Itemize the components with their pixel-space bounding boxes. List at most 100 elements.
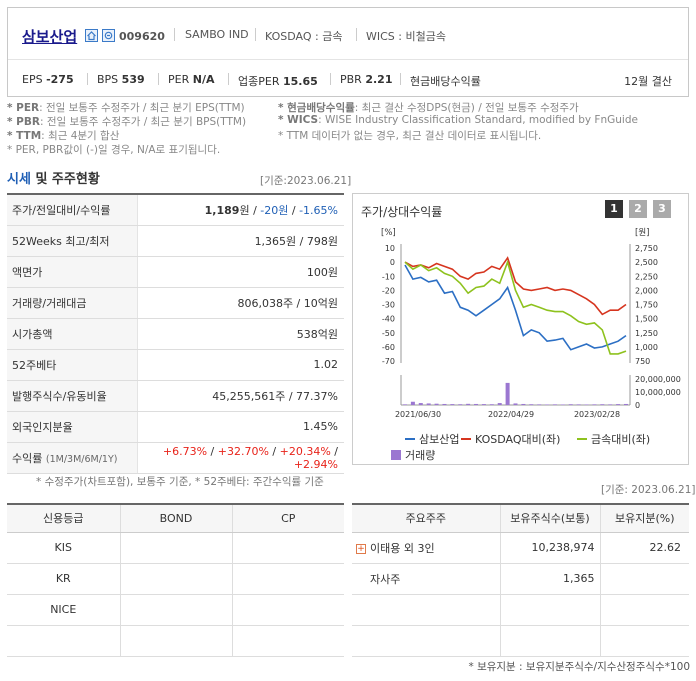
chart-tab-2[interactable]: 2 (629, 200, 647, 218)
divider (158, 73, 159, 85)
right-axis-tick: 2,500 (635, 258, 658, 267)
report-icon[interactable] (102, 29, 115, 42)
holder-name[interactable]: + 이태용 외 3인 (352, 532, 501, 564)
right-axis-tick: 1,500 (635, 315, 658, 324)
bps-stat: BPS 539 (97, 73, 145, 86)
volume-bar (521, 403, 526, 405)
table-row: 주가/전일대비/수익률 1,189원 / -20원 / -1.65% (7, 194, 344, 226)
chart-title: 주가/상대수익률 (361, 205, 443, 219)
row-label: 시가총액 (7, 318, 138, 350)
per-stat: PER N/A (168, 73, 215, 86)
industry-per-stat: 업종PER 15.65 (238, 75, 318, 88)
table-row: KR (7, 563, 344, 595)
col-header: BOND (120, 504, 233, 533)
row-label: 액면가 (7, 256, 138, 288)
credit-table: 신용등급 BOND CP KIS KR NICE (7, 503, 344, 657)
volume-bar (434, 403, 439, 405)
left-axis-tick: 0 (390, 258, 395, 267)
table-row: + 이태용 외 3인 10,238,974 22.62 (352, 532, 689, 564)
row-label: 주가/전일대비/수익률 (7, 194, 138, 226)
price-note: * 수정주가(차트포함), 보통주 기준, * 52주베타: 주간수익률 기준 (36, 476, 324, 488)
note-pbr: * PBR: 전일 보통주 수정주가 / 최근 분기 BPS(TTM) (7, 116, 247, 128)
left-axis-tick: -40 (382, 315, 395, 324)
x-axis-tick: 2022/04/29 (488, 410, 534, 419)
volume-axis-tick: 20,000,000 (635, 375, 681, 384)
fiscal-month: 12월 결산 (624, 75, 672, 88)
volume-bar (624, 403, 628, 405)
table-row: 거래량/거래대금 806,038주 / 10억원 (7, 287, 344, 319)
right-axis-tick: 2,000 (635, 286, 658, 295)
table-row: NICE (7, 594, 344, 626)
volume-bar (560, 404, 565, 405)
legend-item-volume: 거래량 (391, 447, 435, 463)
right-axis-tick: 1,250 (635, 329, 658, 338)
volume-bar (568, 404, 573, 405)
divider (400, 73, 401, 85)
holders-note: * 보유지분 : 보유지분주식수/지수산정주식수*100 (468, 661, 690, 673)
volume-bar (608, 404, 613, 405)
price-chart: [%] [원] 10 0 -10 -20 -30 -40 -50 -60 -70 2,750 2,5… (381, 228, 681, 419)
table-row: KIS (7, 532, 344, 564)
volume-bar (552, 404, 557, 405)
volume-bar (616, 404, 621, 405)
eps-stat: EPS -275 (22, 73, 74, 86)
table-row: 수익률 (1M/3M/6M/1Y) +6.73% / +32.70% / +20… (7, 442, 344, 474)
table-row: 52주베타 1.02 (7, 349, 344, 381)
divider (330, 73, 331, 85)
table-row: 자사주 1,365 (352, 563, 689, 595)
holder-shares: 10,238,974 (500, 532, 601, 564)
row-value: 45,255,561주 / 77.37% (137, 380, 344, 412)
company-name[interactable]: 삼보산업 (22, 26, 77, 47)
row-label: 52Weeks 최고/최저 (7, 225, 138, 257)
legend-item-sambo: 삼보산업 (405, 431, 459, 447)
price-table: 주가/전일대비/수익률 1,189원 / -20원 / -1.65% 52Wee… (7, 193, 344, 474)
price-value: 1,189원 / -20원 / -1.65% (137, 194, 344, 226)
agency-name: KR (7, 563, 121, 595)
home-icon[interactable] (85, 29, 98, 42)
agency-name: NICE (7, 594, 121, 626)
volume-bar (584, 404, 589, 405)
x-axis-tick: 2023/02/28 (574, 410, 620, 419)
expand-icon[interactable]: + (356, 543, 366, 554)
row-label: 52주베타 (7, 349, 138, 381)
note-wics: * WICS: WISE Industry Classification Sta… (278, 114, 638, 126)
chart-tab-1[interactable]: 1 (605, 200, 623, 218)
volume-axis-tick: 0 (635, 401, 640, 410)
holders-as-of: [기준: 2023.06.21] (601, 484, 696, 496)
volume-bar (529, 404, 534, 405)
left-axis-tick: -20 (382, 286, 395, 295)
note-negative: * PER, PBR값이 (-)일 경우, N/A로 표기됩니다. (7, 144, 221, 156)
row-label: 외국인지분율 (7, 411, 138, 443)
right-axis-tick: 750 (635, 357, 650, 366)
note-ttm-missing: * TTM 데이터가 없는 경우, 최근 결산 데이터로 표시됩니다. (278, 130, 542, 142)
right-axis-tick: 2,750 (635, 244, 658, 253)
company-header: 삼보산업 009620 SAMBO IND KOSDAQ : 금속 WICS :… (7, 7, 689, 97)
volume-bar (466, 403, 471, 405)
chart-tab-3[interactable]: 3 (653, 200, 671, 218)
section-title: 시세 및 주주현황 (7, 172, 100, 187)
volume-bar (403, 404, 407, 405)
table-row: 52Weeks 최고/최저 1,365원 / 798원 (7, 225, 344, 257)
holders-table: 주요주주 보유주식수(보통) 보유지분(%) + 이태용 외 3인 10,238,… (352, 503, 689, 657)
row-value: 538억원 (137, 318, 344, 350)
col-header: 보유주식수(보통) (500, 504, 601, 533)
row-label: 거래량/거래대금 (7, 287, 138, 319)
volume-bar (426, 403, 431, 405)
volume-bar (481, 404, 486, 405)
row-label: 발행주식수/유동비율 (7, 380, 138, 412)
right-axis-tick: 1,750 (635, 301, 658, 310)
stock-code: 009620 (119, 30, 165, 43)
volume-bar (489, 404, 494, 405)
row-value: 806,038주 / 10억원 (137, 287, 344, 319)
divider (228, 73, 229, 85)
table-row: 발행주식수/유동비율 45,255,561주 / 77.37% (7, 380, 344, 412)
col-header: 주요주주 (352, 504, 501, 533)
table-row: 액면가 100원 (7, 256, 344, 288)
agency-name: KIS (7, 532, 121, 564)
note-ttm: * TTM: 최근 4분기 합산 (7, 130, 120, 142)
divider (255, 28, 256, 41)
left-axis-tick: -50 (382, 329, 395, 338)
table-row (352, 594, 689, 626)
volume-bar (442, 403, 447, 405)
divider (356, 28, 357, 41)
